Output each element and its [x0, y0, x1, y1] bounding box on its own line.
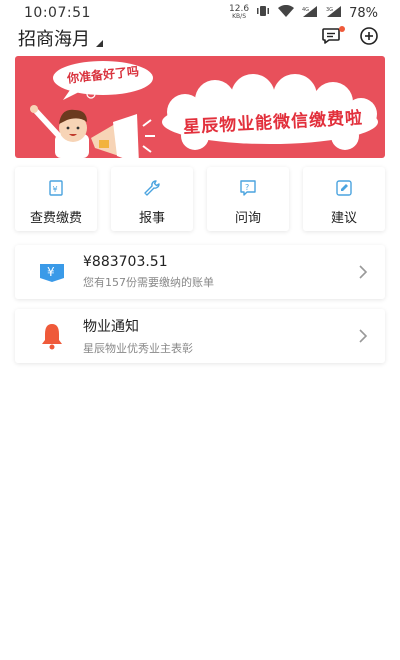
- bill-texts: ¥883703.51 您有157份需要缴纳的账单: [83, 254, 351, 290]
- quick-action-label: 报事: [138, 211, 165, 226]
- quick-action-label: 查费缴费: [29, 211, 82, 226]
- quick-actions: ¥ 查费缴费 报事 ? 问询 建议: [15, 167, 385, 231]
- signal-4g-icon: 4G: [301, 5, 319, 22]
- add-circle-icon: [359, 26, 379, 50]
- app-header: 招商海月: [0, 24, 400, 52]
- signal-3g-icon: 3G: [325, 5, 343, 22]
- quick-action-bill[interactable]: ¥ 查费缴费: [15, 167, 97, 231]
- battery-level: 78%: [349, 5, 378, 21]
- svg-text:?: ?: [245, 183, 249, 192]
- header-actions: [320, 26, 380, 50]
- yen-card-icon: ¥: [35, 255, 69, 289]
- svg-text:¥: ¥: [53, 185, 58, 194]
- wifi-icon: [277, 4, 295, 22]
- add-button[interactable]: [358, 27, 380, 49]
- quick-action-report[interactable]: 报事: [111, 167, 193, 231]
- location-name: 招商海月: [18, 29, 90, 50]
- message-button[interactable]: [320, 26, 345, 50]
- promo-banner[interactable]: 你准备好了吗 星辰物业能微信缴费啦: [15, 56, 385, 158]
- net-speed-unit: KB/S: [232, 13, 247, 20]
- vibrate-icon: [255, 5, 271, 21]
- svg-text:¥: ¥: [47, 265, 55, 279]
- chevron-right-icon: [351, 329, 375, 343]
- notice-texts: 物业通知 星辰物业优秀业主表彰: [83, 316, 351, 356]
- notice-card[interactable]: 物业通知 星辰物业优秀业主表彰: [15, 309, 385, 363]
- notice-subtitle: 星辰物业优秀业主表彰: [83, 342, 193, 355]
- bill-amount: ¥883703.51: [83, 254, 168, 270]
- quick-action-suggestion[interactable]: 建议: [303, 167, 385, 231]
- bell-icon: [35, 319, 69, 353]
- message-icon: [321, 26, 341, 50]
- question-icon: ?: [239, 179, 257, 197]
- quick-action-label: 问询: [234, 211, 261, 226]
- wrench-icon: [143, 179, 161, 197]
- bill-subtitle: 您有157份需要缴纳的账单: [83, 276, 214, 289]
- quick-action-inquiry[interactable]: ? 问询: [207, 167, 289, 231]
- svg-text:3G: 3G: [326, 7, 333, 13]
- net-speed: 12.6 KB/S: [229, 5, 249, 21]
- status-time: 10:07:51: [24, 5, 91, 21]
- quick-action-label: 建议: [330, 211, 357, 226]
- bill-icon: ¥: [47, 179, 65, 197]
- caret-down-icon: [96, 40, 103, 47]
- status-indicators: 12.6 KB/S 4G 3G 78%: [229, 4, 378, 22]
- notice-title: 物业通知: [83, 319, 139, 335]
- unread-dot: [339, 26, 345, 32]
- chevron-right-icon: [351, 265, 375, 279]
- bill-card[interactable]: ¥ ¥883703.51 您有157份需要缴纳的账单: [15, 245, 385, 299]
- edit-icon: [335, 179, 353, 197]
- svg-text:4G: 4G: [302, 7, 309, 13]
- net-speed-value: 12.6: [229, 4, 250, 14]
- location-selector[interactable]: 招商海月: [18, 25, 103, 51]
- status-bar: 10:07:51 12.6 KB/S 4G 3G 78%: [0, 0, 400, 26]
